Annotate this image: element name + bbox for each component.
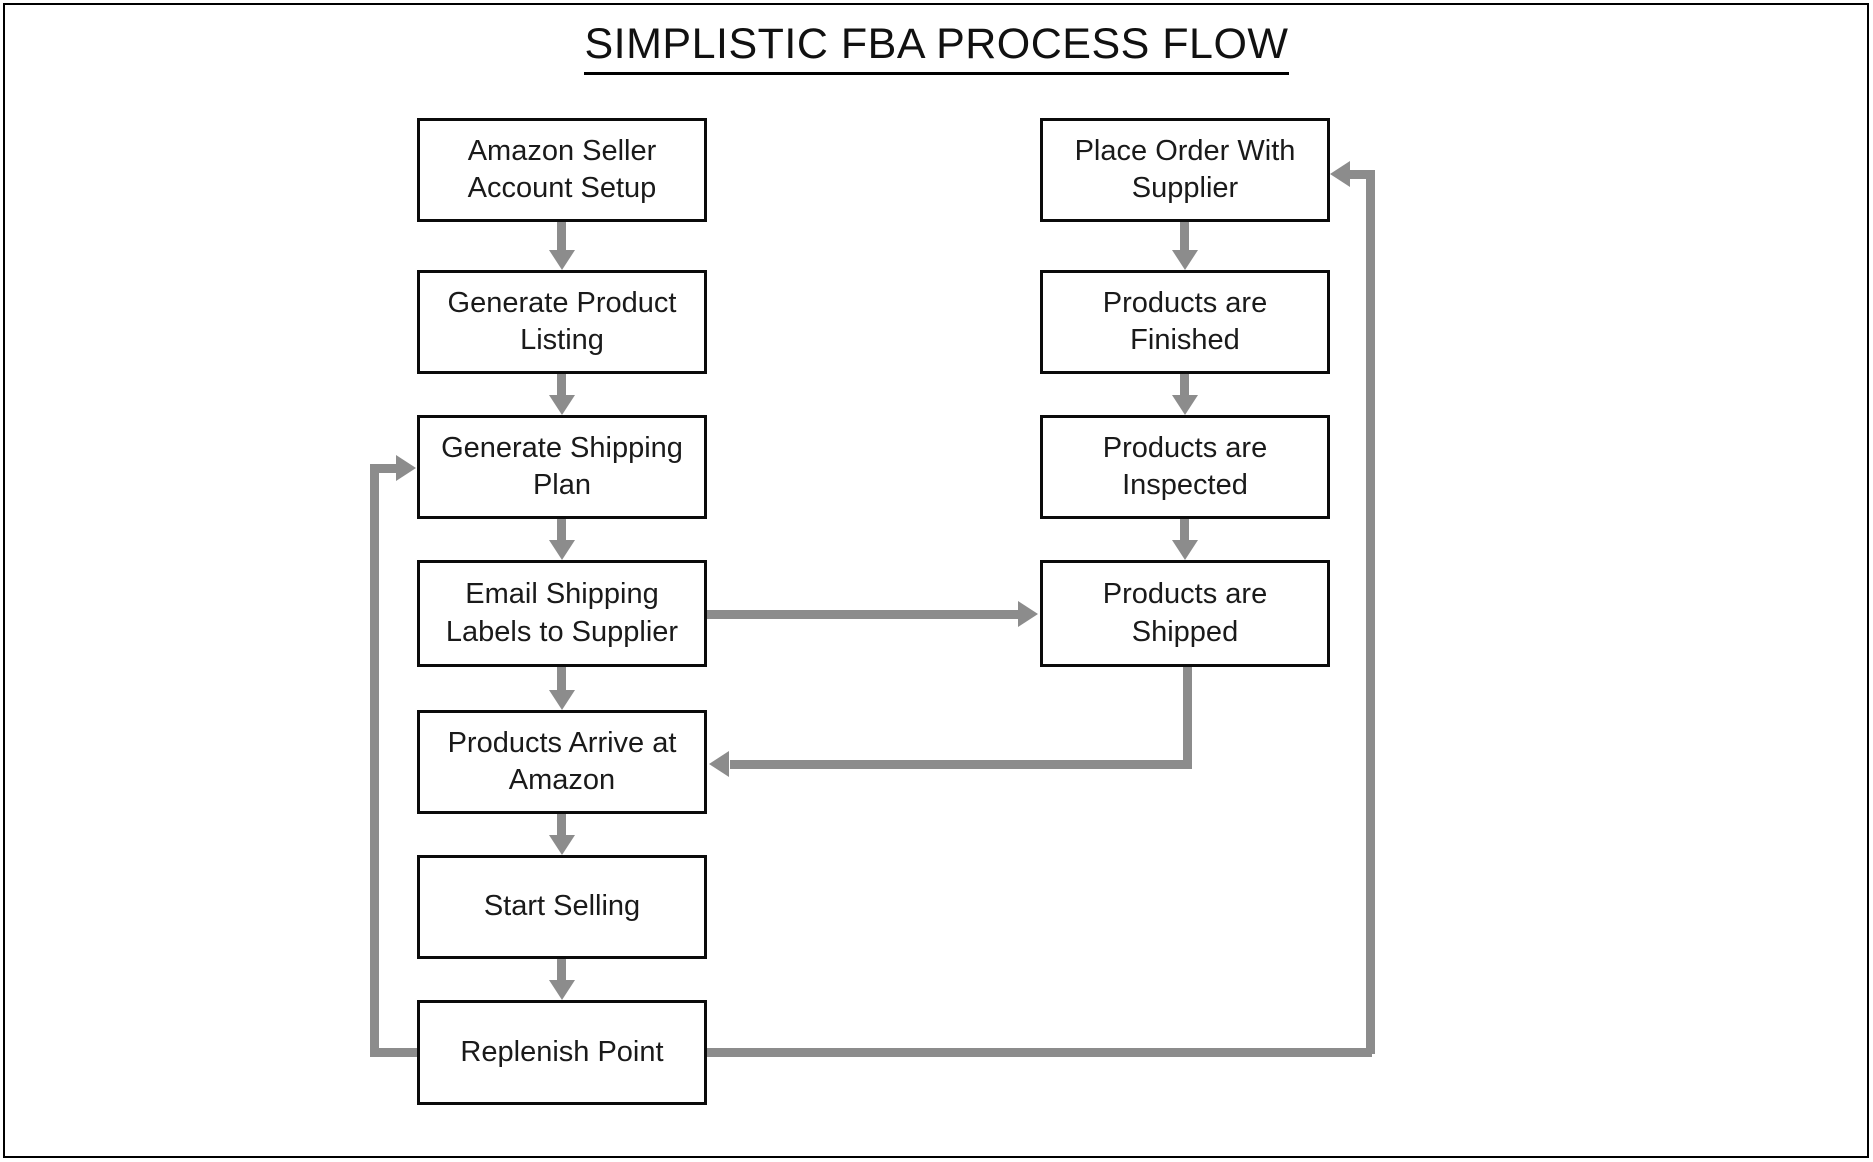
arrowhead-n10-n11 <box>1172 540 1198 560</box>
node-replenish-point[interactable]: Replenish Point <box>417 1000 707 1105</box>
node-label: Replenish Point <box>460 1035 664 1068</box>
connector-n2-n3 <box>557 374 566 397</box>
node-place-order-with-supplier[interactable]: Place Order With Supplier <box>1040 118 1330 222</box>
connector-n7-n8-horizontal-bottom <box>707 1048 1372 1057</box>
arrowhead-n5-n6 <box>549 835 575 855</box>
page-title-text: SIMPLISTIC FBA PROCESS FLOW <box>584 20 1289 75</box>
node-label: Email Shipping Labels to Supplier <box>445 578 679 648</box>
connector-n6-n7 <box>557 959 566 982</box>
flowchart-canvas: SIMPLISTIC FBA PROCESS FLOW Amazon Selle… <box>0 0 1873 1162</box>
arrowhead-n9-n10 <box>1172 395 1198 415</box>
arrowhead-n11-n5 <box>709 751 729 777</box>
node-products-arrive-at-amazon[interactable]: Products Arrive at Amazon <box>417 710 707 814</box>
connector-n4-n11 <box>707 610 1020 619</box>
node-label: Products Arrive at Amazon <box>447 726 677 796</box>
page-title: SIMPLISTIC FBA PROCESS FLOW <box>0 20 1873 75</box>
arrowhead-n2-n3 <box>549 395 575 415</box>
connector-n8-n9 <box>1180 222 1189 252</box>
arrowhead-n3-n4 <box>549 540 575 560</box>
arrowhead-n8-n9 <box>1172 250 1198 270</box>
node-label: Products are Finished <box>1102 286 1268 356</box>
arrowhead-n4-n5 <box>549 690 575 710</box>
node-products-are-shipped[interactable]: Products are Shipped <box>1040 560 1330 667</box>
node-generate-product-listing[interactable]: Generate Product Listing <box>417 270 707 374</box>
connector-n9-n10 <box>1180 374 1189 397</box>
arrowhead-n7-n3 <box>396 455 416 481</box>
connector-n4-n5 <box>557 667 566 691</box>
connector-n11-n5-horizontal <box>730 760 1192 769</box>
node-label: Start Selling <box>483 890 641 923</box>
node-products-are-finished[interactable]: Products are Finished <box>1040 270 1330 374</box>
connector-n7-n8-horizontal-top <box>1350 170 1374 179</box>
connector-n11-n5-vertical <box>1183 667 1192 769</box>
node-amazon-seller-account-setup[interactable]: Amazon Seller Account Setup <box>417 118 707 222</box>
connector-n7-n3-horizontal-top <box>370 464 398 473</box>
node-generate-shipping-plan[interactable]: Generate Shipping Plan <box>417 415 707 519</box>
arrowhead-n4-n11 <box>1018 601 1038 627</box>
arrowhead-n6-n7 <box>549 980 575 1000</box>
connector-n7-n3-vertical <box>370 464 379 1054</box>
node-start-selling[interactable]: Start Selling <box>417 855 707 959</box>
connector-n5-n6 <box>557 814 566 837</box>
node-label: Amazon Seller Account Setup <box>467 134 657 204</box>
node-label: Generate Product Listing <box>447 286 677 356</box>
connector-n10-n11 <box>1180 519 1189 542</box>
connector-n1-n2 <box>557 222 566 252</box>
figure-frame-border <box>3 3 1869 1158</box>
node-products-are-inspected[interactable]: Products are Inspected <box>1040 415 1330 519</box>
node-label: Generate Shipping Plan <box>441 431 683 501</box>
arrowhead-n1-n2 <box>549 250 575 270</box>
connector-n3-n4 <box>557 519 566 542</box>
arrowhead-n7-n8 <box>1330 161 1350 187</box>
node-email-shipping-labels-to-supplier[interactable]: Email Shipping Labels to Supplier <box>417 560 707 667</box>
node-label: Products are Inspected <box>1102 431 1268 501</box>
node-label: Place Order With Supplier <box>1074 134 1296 204</box>
connector-n7-n8-vertical <box>1366 170 1375 1054</box>
node-label: Products are Shipped <box>1102 578 1268 648</box>
